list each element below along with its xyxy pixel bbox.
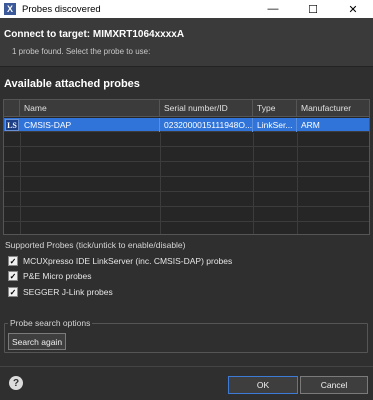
- window-title: Probes discovered: [22, 3, 101, 15]
- minimize-button[interactable]: —: [253, 0, 293, 18]
- header-title: Connect to target: MIMXRT1064xxxxA: [4, 29, 185, 40]
- table-row-empty: [4, 178, 369, 192]
- search-again-button[interactable]: Search again: [8, 333, 66, 350]
- probe-manufacturer: ARM: [301, 120, 320, 130]
- footer-divider: [0, 366, 373, 367]
- column-header-icon: [4, 100, 20, 117]
- linkserver-checkbox[interactable]: ✓: [8, 256, 18, 266]
- column-header-manufacturer[interactable]: Manufacturer: [297, 100, 369, 117]
- probes-section-title: Available attached probes: [4, 78, 140, 90]
- probes-table: Name Serial number/ID Type Manufacturer …: [3, 99, 370, 235]
- probe-type-jlink[interactable]: ✓ SEGGER J-Link probes: [8, 286, 113, 298]
- app-icon: X: [4, 3, 16, 15]
- table-row-empty: [4, 208, 369, 222]
- probe-type-pemicro[interactable]: ✓ P&E Micro probes: [8, 270, 92, 282]
- column-divider: [20, 133, 21, 234]
- window-controls: — ☐ ✕: [253, 0, 373, 18]
- table-row-empty: [4, 148, 369, 162]
- table-row-empty: [4, 133, 369, 147]
- supported-probes-label: Supported Probes (tick/untick to enable/…: [5, 240, 186, 250]
- column-divider: [160, 133, 161, 234]
- table-row-empty: [4, 223, 369, 234]
- column-divider: [297, 133, 298, 234]
- pemicro-checkbox[interactable]: ✓: [8, 271, 18, 281]
- table-row-empty: [4, 163, 369, 177]
- title-bar: X Probes discovered — ☐ ✕: [0, 0, 373, 18]
- linkserver-icon: LS: [5, 119, 19, 131]
- pemicro-label: P&E Micro probes: [23, 271, 92, 281]
- search-options-legend: Probe search options: [8, 318, 93, 328]
- linkserver-label: MCUXpresso IDE LinkServer (inc. CMSIS-DA…: [23, 256, 233, 266]
- close-button[interactable]: ✕: [333, 0, 373, 18]
- dialog-header: Connect to target: MIMXRT1064xxxxA 1 pro…: [0, 18, 373, 66]
- ok-button[interactable]: OK: [228, 376, 298, 394]
- column-header-serial[interactable]: Serial number/ID: [160, 100, 253, 117]
- probe-serial: 0232000015111948O...: [160, 118, 253, 132]
- probe-type: LinkSer...: [253, 118, 297, 132]
- table-row-empty: [4, 193, 369, 207]
- cancel-button[interactable]: Cancel: [300, 376, 368, 394]
- probe-type-linkserver[interactable]: ✓ MCUXpresso IDE LinkServer (inc. CMSIS-…: [8, 255, 232, 267]
- column-header-name[interactable]: Name: [20, 100, 160, 117]
- help-icon[interactable]: ?: [9, 376, 23, 390]
- maximize-button[interactable]: ☐: [293, 0, 333, 18]
- jlink-checkbox[interactable]: ✓: [8, 287, 18, 297]
- header-subtitle: 1 probe found. Select the probe to use:: [12, 47, 151, 56]
- column-header-type[interactable]: Type: [253, 100, 297, 117]
- probe-name: CMSIS-DAP: [20, 118, 160, 132]
- table-row[interactable]: LS CMSIS-DAP 0232000015111948O... LinkSe…: [4, 118, 369, 132]
- table-header: Name Serial number/ID Type Manufacturer: [4, 100, 369, 117]
- header-divider: [0, 66, 373, 67]
- jlink-label: SEGGER J-Link probes: [23, 287, 113, 297]
- column-divider: [253, 133, 254, 234]
